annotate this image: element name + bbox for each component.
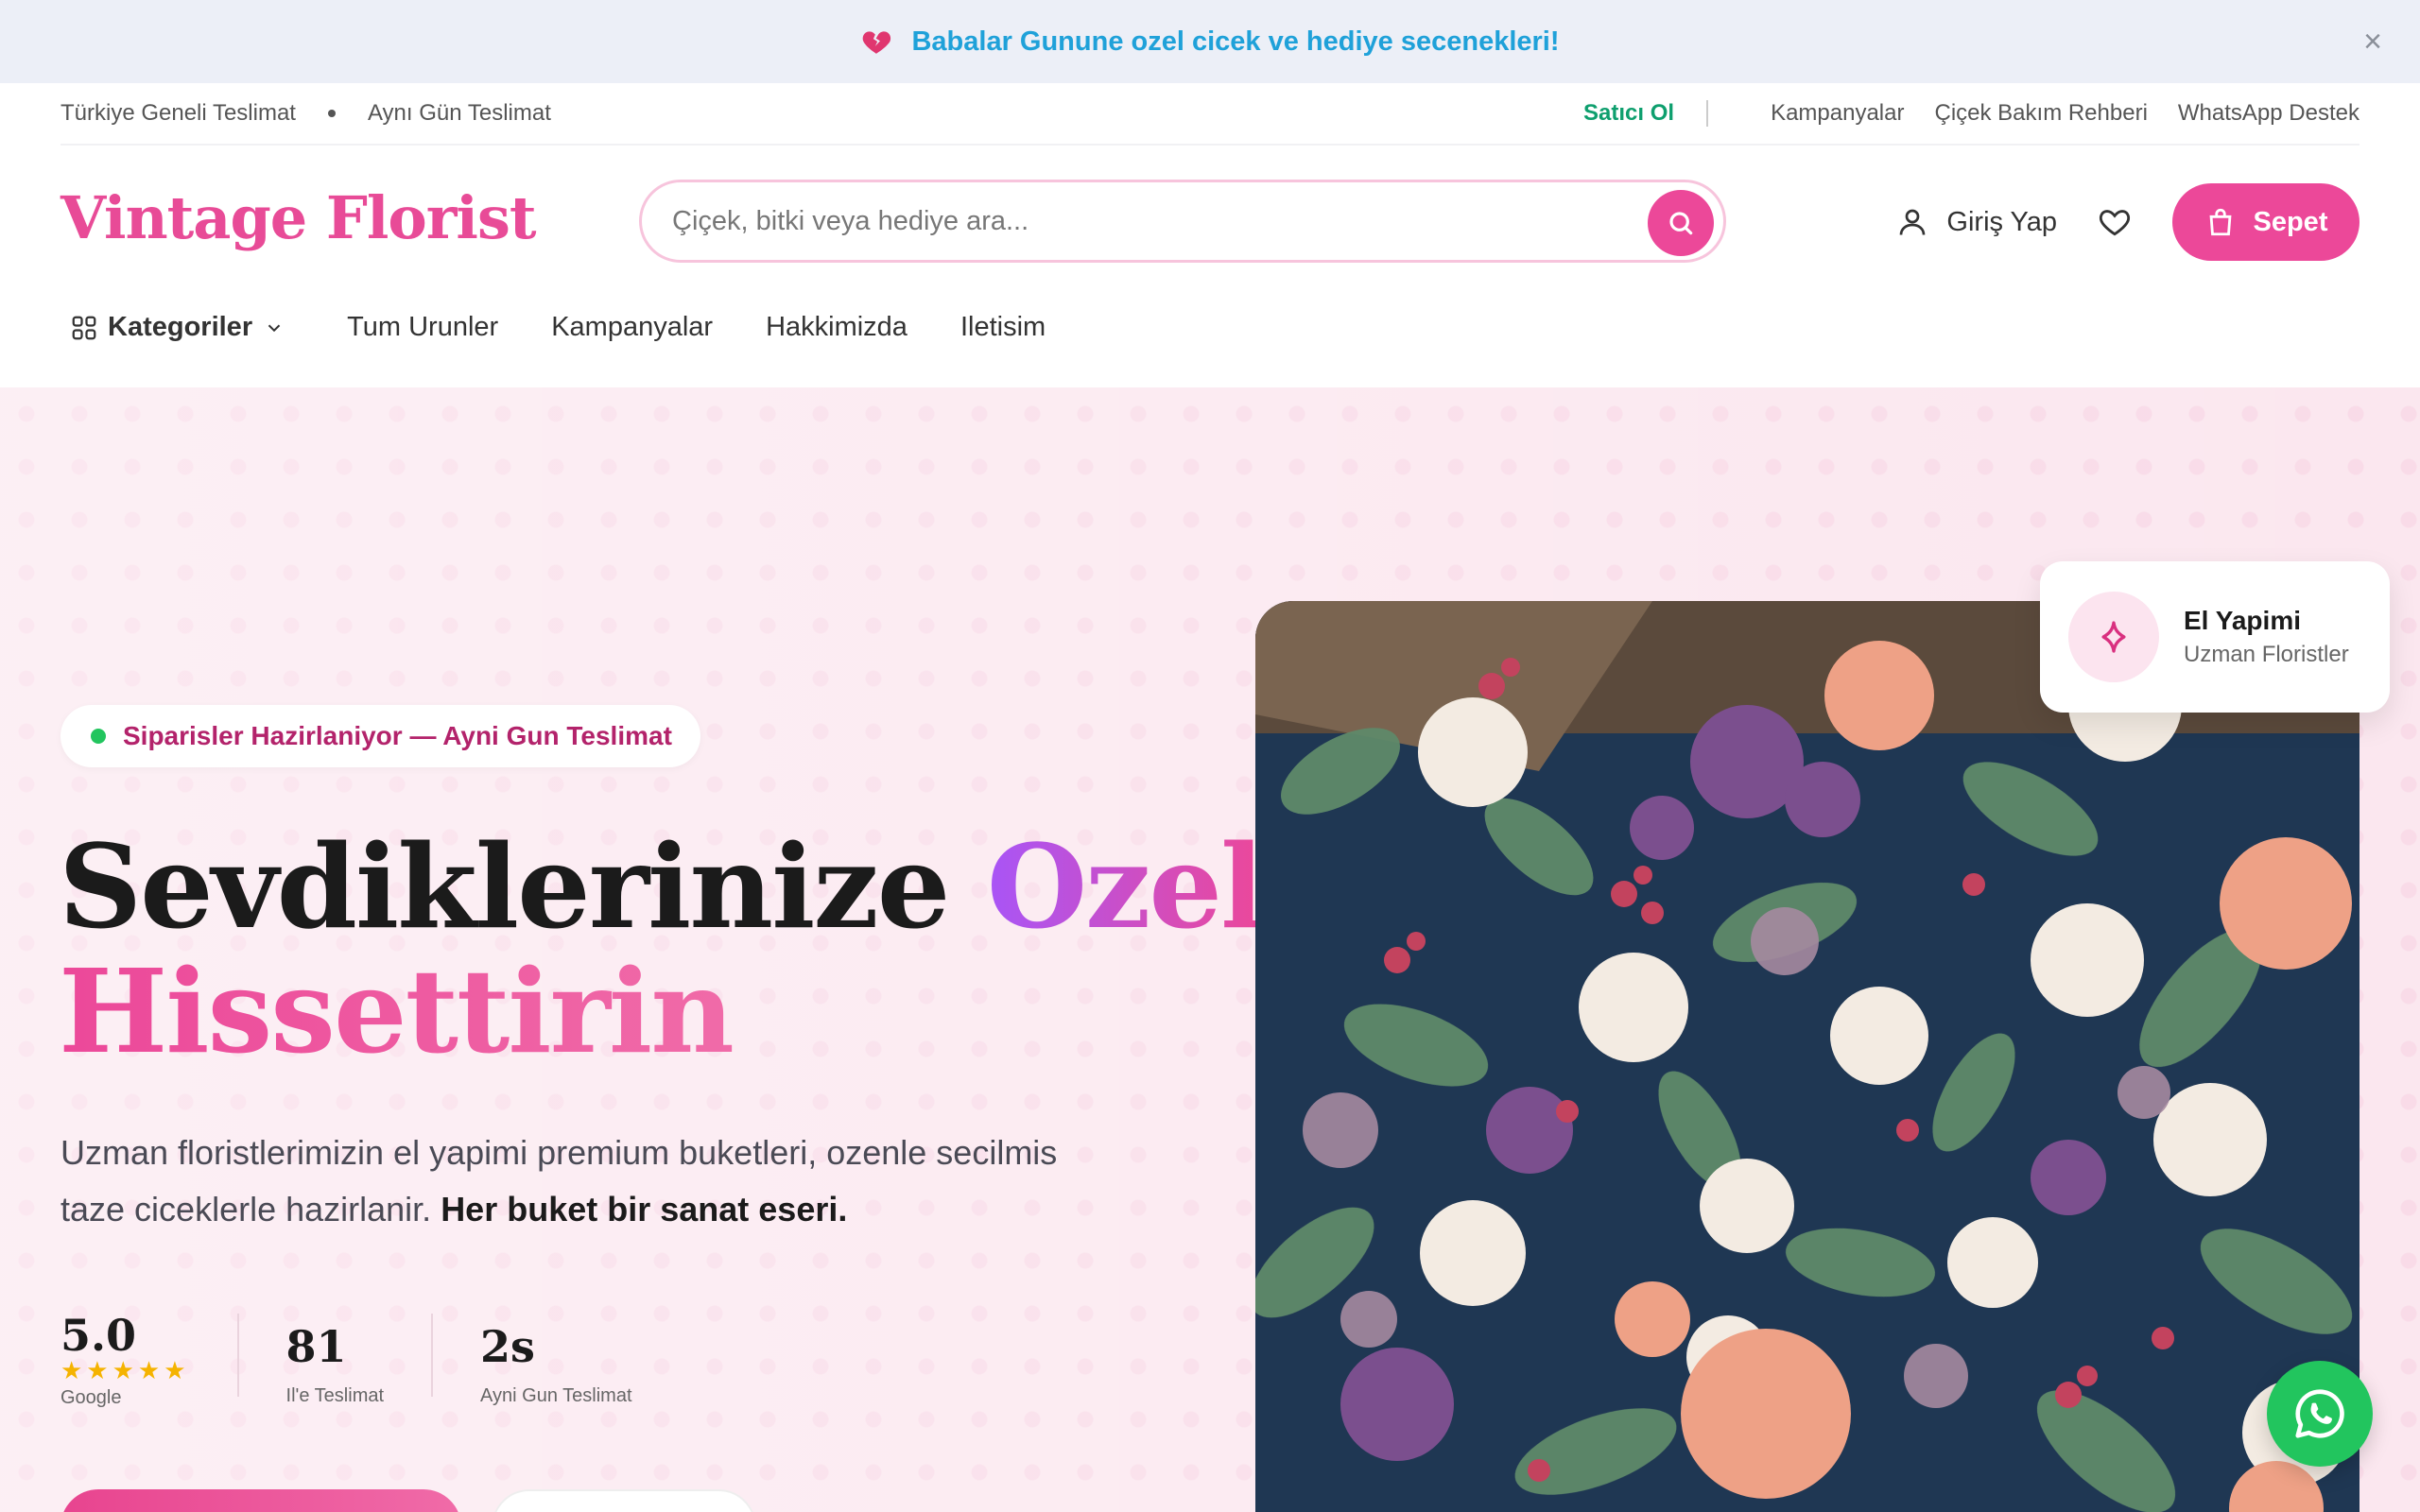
- search-icon: [1669, 212, 1693, 235]
- primary-cta-button[interactable]: [60, 1489, 461, 1512]
- shopping-bag-icon: [2209, 208, 2231, 236]
- sparkle-icon: [2101, 621, 2126, 653]
- care-guide-link[interactable]: Çiçek Bakım Rehberi: [1934, 100, 2147, 127]
- cart-button[interactable]: Sepet: [2172, 183, 2360, 261]
- bouquet-illustration: [1255, 601, 2360, 1512]
- stat-same-day-label: Ayni Gun Teslimat: [480, 1385, 632, 1406]
- nav-all-products[interactable]: Tum Urunler: [347, 312, 498, 343]
- stats-row: 5.0 ★★★★★ Google 81 Il'e Teslimat 2s Ayn…: [60, 1310, 727, 1408]
- handmade-card-title: El Yapimi: [2184, 606, 2301, 635]
- nav-contact[interactable]: Iletisim: [960, 312, 1046, 343]
- hero-title-part1: Sevdiklerinize: [59, 818, 950, 954]
- favorites-button[interactable]: [2097, 204, 2133, 240]
- separator-dot: [327, 110, 336, 117]
- main-nav: Kategoriler Tum Urunler Kampanyalar Hakk…: [70, 312, 1098, 343]
- whatsapp-button[interactable]: [2267, 1361, 2373, 1467]
- site-header: Vintage Florist Giriş Yap Sepet: [0, 146, 2420, 297]
- search-input[interactable]: [672, 205, 1599, 237]
- sparkle-icon-wrap: [2068, 592, 2159, 682]
- categories-label: Kategoriler: [108, 312, 253, 342]
- stat-provinces-value: 81: [285, 1321, 347, 1372]
- status-badge: Siparisler Hazirlaniyor — Ayni Gun Tesli…: [60, 705, 700, 767]
- stat-rating-label: Google: [60, 1387, 122, 1408]
- divider: [1706, 100, 1709, 127]
- broken-heart-icon: [863, 31, 891, 54]
- cart-label: Sepet: [2253, 206, 2328, 237]
- campaigns-link[interactable]: Kampanyalar: [1771, 100, 1904, 127]
- search-bar: [639, 180, 1726, 263]
- delivery-nationwide-label: Türkiye Geneli Teslimat: [60, 100, 296, 126]
- stat-rating-value: 5.0: [60, 1310, 137, 1361]
- secondary-cta-button[interactable]: [492, 1489, 756, 1512]
- stat-provinces-label: Il'e Teslimat: [285, 1385, 385, 1406]
- handmade-card: El Yapimi Uzman Floristler: [2040, 561, 2390, 713]
- login-button[interactable]: Giriş Yap: [1895, 205, 2057, 239]
- hero-description-bold: Her buket bir sanat eseri.: [441, 1190, 848, 1228]
- nav-campaigns[interactable]: Kampanyalar: [551, 312, 713, 343]
- hero-title: Sevdiklerinize Ozel Hissettirin: [59, 824, 1264, 1074]
- handmade-card-subtitle: Uzman Floristler: [2184, 642, 2349, 667]
- categories-menu[interactable]: Kategoriler: [70, 312, 294, 343]
- utility-bar: Türkiye Geneli Teslimat Aynı Gün Teslima…: [60, 83, 2360, 146]
- stat-same-day-value: 2s: [480, 1321, 535, 1372]
- logo[interactable]: Vintage Florist: [60, 183, 537, 252]
- same-day-delivery-label: Aynı Gün Teslimat: [367, 100, 551, 126]
- hero-bouquet-image: [1255, 601, 2360, 1512]
- stat-same-day: 2s Ayni Gun Teslimat: [480, 1314, 679, 1406]
- close-icon[interactable]: ×: [2358, 26, 2388, 58]
- search-button[interactable]: [1648, 190, 1714, 256]
- heart-icon: [2099, 210, 2131, 236]
- chevron-down-icon: [268, 324, 281, 332]
- announcement-text[interactable]: Babalar Gunune ozel cicek ve hediye sece…: [911, 26, 1559, 58]
- whatsapp-support-link[interactable]: WhatsApp Destek: [2178, 100, 2360, 127]
- announcement-bar: Babalar Gunune ozel cicek ve hediye sece…: [0, 0, 2420, 83]
- nav-about[interactable]: Hakkimizda: [766, 312, 908, 343]
- star-rating-icon: ★★★★★: [60, 1356, 190, 1384]
- hero-title-part2: Ozel: [986, 818, 1265, 954]
- hero-section: Siparisler Hazirlaniyor — Ayni Gun Tesli…: [0, 387, 2420, 1512]
- status-badge-text: Siparisler Hazirlaniyor — Ayni Gun Tesli…: [123, 721, 672, 750]
- hero-title-part3: Hissettirin: [59, 943, 735, 1079]
- stat-provinces: 81 Il'e Teslimat: [285, 1314, 434, 1406]
- live-indicator-icon: [91, 729, 106, 744]
- stat-rating: 5.0 ★★★★★ Google: [60, 1310, 239, 1408]
- user-icon: [1900, 209, 1926, 235]
- login-label: Giriş Yap: [1946, 206, 2057, 237]
- whatsapp-icon: [2295, 1389, 2344, 1438]
- become-seller-link[interactable]: Satıcı Ol: [1583, 100, 1674, 127]
- grid-icon: [72, 316, 96, 339]
- hero-description: Uzman floristlerimizin el yapimi premium…: [60, 1125, 1100, 1238]
